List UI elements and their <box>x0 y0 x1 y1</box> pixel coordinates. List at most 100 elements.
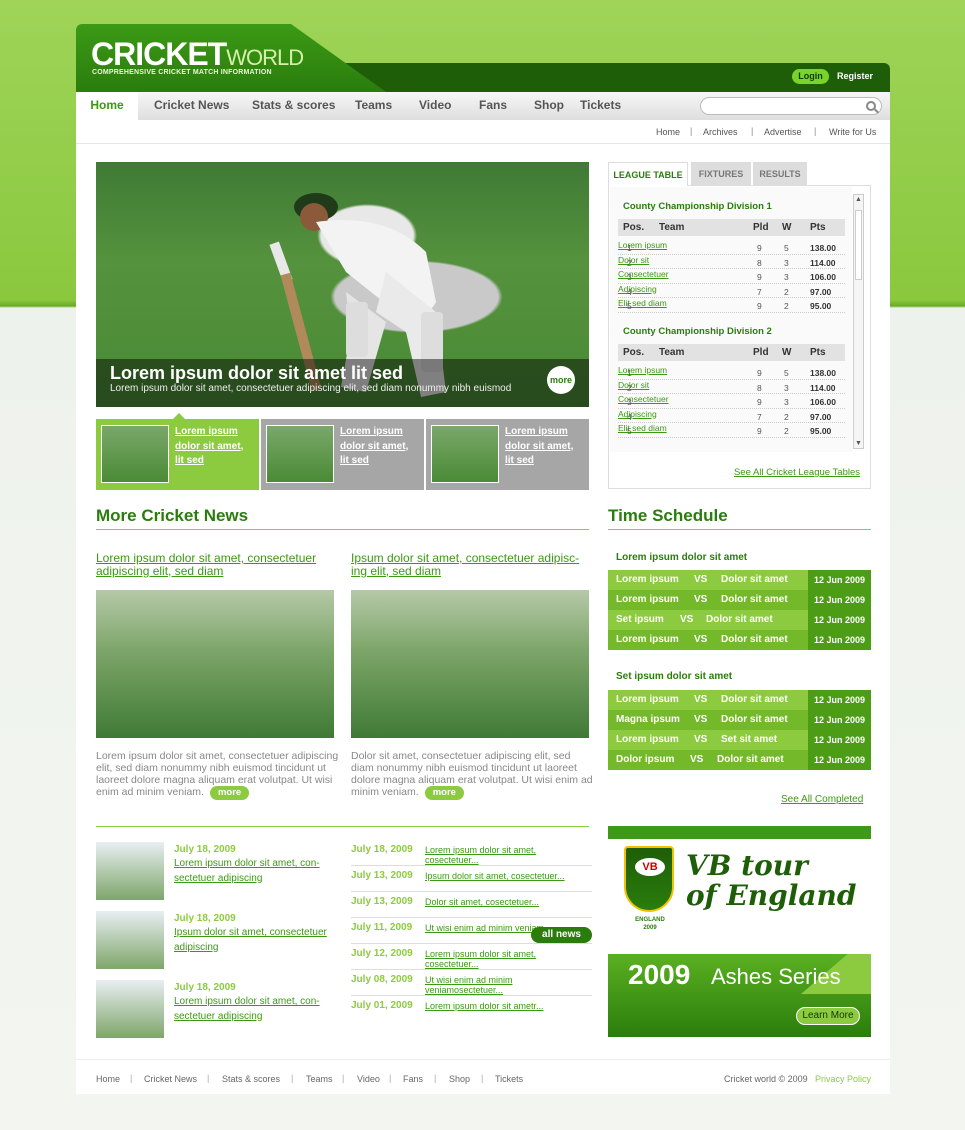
news-title-link[interactable]: Lorem ipsum dolor sit amet, cosectetuer.… <box>425 845 592 865</box>
login-button[interactable]: Login <box>792 69 829 84</box>
subnav-archives[interactable]: Archives <box>703 127 738 137</box>
footer-link-stats[interactable]: Stats & scores <box>222 1074 280 1084</box>
hero-subtitle: Lorem ipsum dolor sit amet, consectetuer… <box>110 383 512 394</box>
thumbnail-item[interactable]: Lorem ipsum dolor sit amet, lit sed <box>96 413 259 490</box>
schedule-row[interactable]: Dolor ipsum VS Dolor sit amet 12 Jun 2009 <box>608 750 871 770</box>
league-scrollbar[interactable]: ▲ ▼ <box>853 194 864 449</box>
subnav-home[interactable]: Home <box>656 127 680 137</box>
team-link[interactable]: Dolor sit <box>618 255 649 265</box>
vb-shield-logo: VB <box>624 846 674 912</box>
footer-link-teams[interactable]: Teams <box>306 1074 333 1084</box>
news-title-link[interactable]: Ipsum dolor sit amet, cosectetuer... <box>425 871 565 881</box>
news-thumbnail[interactable] <box>96 980 164 1038</box>
schedule-row[interactable]: Set ipsum VS Dolor sit amet 12 Jun 2009 <box>608 610 871 630</box>
news-image[interactable] <box>351 590 589 738</box>
news-thumbnail[interactable] <box>96 911 164 969</box>
active-indicator <box>173 413 185 419</box>
team-link[interactable]: Consectetuer <box>618 394 669 404</box>
tab-league-table[interactable]: LEAGUE TABLE <box>608 162 688 186</box>
scroll-up-icon[interactable]: ▲ <box>854 196 863 203</box>
w: 5 <box>784 368 789 378</box>
news-image[interactable] <box>96 590 334 738</box>
more-button[interactable]: more <box>209 786 250 800</box>
pts: 138.00 <box>810 243 836 253</box>
table-row: 1 Lorem ipsum 9 5 138.00 <box>618 365 845 380</box>
footer-link-video[interactable]: Video <box>357 1074 380 1084</box>
table-row: 5 Elit sed diam 9 2 95.00 <box>618 423 845 438</box>
thumbnail-item[interactable]: Lorem ipsum dolor sit amet, lit sed <box>426 419 589 490</box>
schedule-row[interactable]: Lorem ipsum VS Dolor sit amet 12 Jun 2009 <box>608 690 871 710</box>
nav-teams[interactable]: Teams <box>355 92 392 120</box>
news-title-link[interactable]: Ipsum dolor sit amet, consectetuer adipi… <box>174 926 334 955</box>
schedule-row[interactable]: Lorem ipsum VS Set sit amet 12 Jun 2009 <box>608 730 871 750</box>
scroll-down-icon[interactable]: ▼ <box>854 440 863 447</box>
schedule-row[interactable]: Lorem ipsum VS Dolor sit amet 12 Jun 2009 <box>608 630 871 650</box>
footer-link-fans[interactable]: Fans <box>403 1074 423 1084</box>
news-title-link[interactable]: Lorem ipsum dolor sit amet, con- sectetu… <box>174 995 334 1024</box>
team-link[interactable]: Consectetuer <box>618 269 669 279</box>
see-all-league-tables-link[interactable]: See All Cricket League Tables <box>734 467 860 478</box>
news-thumbnail[interactable] <box>96 842 164 900</box>
team-link[interactable]: Elit sed diam <box>618 423 667 433</box>
pld: 9 <box>757 368 762 378</box>
team-link[interactable]: Adipiscing <box>618 409 657 419</box>
utility-nav: Home | Archives | Advertise | Write for … <box>76 120 890 144</box>
tab-results[interactable]: RESULTS <box>753 162 807 186</box>
see-all-completed-link[interactable]: See All Completed <box>781 794 863 805</box>
team-link[interactable]: Adipiscing <box>618 284 657 294</box>
more-news-title: More Cricket News <box>96 506 249 525</box>
hero-banner[interactable]: Lorem ipsum dolor sit amet lit sed Lorem… <box>96 162 589 407</box>
nav-stats-scores[interactable]: Stats & scores <box>252 92 335 120</box>
news-title-link[interactable]: Lorem ipsum dolor sit ametr... <box>425 1001 544 1011</box>
more-button[interactable]: more <box>424 786 464 800</box>
pld: 8 <box>757 382 762 393</box>
news-title-link[interactable]: Lorem ipsum dolor sit amet, con- sectetu… <box>174 857 334 886</box>
nav-tickets[interactable]: Tickets <box>580 92 621 120</box>
footer-link-shop[interactable]: Shop <box>449 1074 470 1084</box>
news-headline-link[interactable]: Lorem ipsum dolor sit amet, consectetuer… <box>96 552 326 577</box>
search-icon[interactable] <box>866 101 876 111</box>
table-row: 1 Lorem ipsum 9 5 138.00 <box>618 240 845 255</box>
register-link[interactable]: Register <box>837 71 873 81</box>
team-link[interactable]: Elit sed diam <box>618 298 667 308</box>
news-title-link[interactable]: Dolor sit amet, cosectetuer... <box>425 897 539 907</box>
team-link[interactable]: Dolor sit <box>618 380 649 390</box>
schedule-row[interactable]: Lorem ipsum VS Dolor sit amet 12 Jun 2009 <box>608 590 871 610</box>
nav-cricket-news[interactable]: Cricket News <box>154 92 229 120</box>
nav-fans[interactable]: Fans <box>479 92 507 120</box>
logo[interactable]: CRICKETWORLD COMPREHENSIVE CRICKET MATCH… <box>76 24 386 92</box>
footer-link-tickets[interactable]: Tickets <box>495 1074 523 1084</box>
subnav-advertise[interactable]: Advertise <box>764 127 802 137</box>
search-input[interactable] <box>700 97 882 115</box>
copyright-text: Cricket world © 2009 <box>724 1074 808 1084</box>
nav-shop[interactable]: Shop <box>534 92 564 120</box>
footer-link-home[interactable]: Home <box>96 1074 120 1084</box>
subnav-write-for-us[interactable]: Write for Us <box>829 127 876 137</box>
hero-more-button[interactable]: more <box>547 366 575 394</box>
tab-fixtures[interactable]: FIXTURES <box>691 162 751 186</box>
all-news-button[interactable]: all news <box>531 927 592 943</box>
privacy-policy-link[interactable]: Privacy Policy <box>815 1074 871 1084</box>
thumbnail-item[interactable]: Lorem ipsum dolor sit amet, lit sed <box>261 419 424 490</box>
schedule-row[interactable]: Magna ipsum VS Dolor sit amet 12 Jun 2009 <box>608 710 871 730</box>
pts: 114.00 <box>810 382 836 393</box>
news-title-link[interactable]: Ut wisi enim ad minim veniamosectetuer..… <box>425 975 592 995</box>
col-pts: Pts <box>810 222 826 233</box>
news-headline-link[interactable]: Ipsum dolor sit amet, consectetuer adipi… <box>351 552 586 577</box>
vb-tour-advertisement[interactable]: VB ENGLAND 2009 VB tour of England 2009 … <box>608 826 871 1037</box>
team-link[interactable]: Lorem ipsum <box>618 240 667 250</box>
schedule-row[interactable]: Lorem ipsum VS Dolor sit amet 12 Jun 2009 <box>608 570 871 590</box>
pld: 9 <box>757 272 762 282</box>
scrollbar-thumb[interactable] <box>855 210 862 280</box>
team-link[interactable]: Lorem ipsum <box>618 365 667 375</box>
news-title-link[interactable]: Lorem ipsum dolor sit amet, cosectetuer.… <box>425 949 592 969</box>
nav-video[interactable]: Video <box>419 92 451 120</box>
team-a: Dolor ipsum <box>616 754 675 765</box>
section-divider <box>96 826 589 827</box>
learn-more-button[interactable]: Learn More <box>796 1007 860 1025</box>
nav-home[interactable]: Home <box>76 92 138 120</box>
footer-link-cricket-news[interactable]: Cricket News <box>144 1074 197 1084</box>
vs-label: VS <box>690 754 704 765</box>
pts: 138.00 <box>810 368 836 378</box>
subnav-separator: | <box>690 126 693 136</box>
